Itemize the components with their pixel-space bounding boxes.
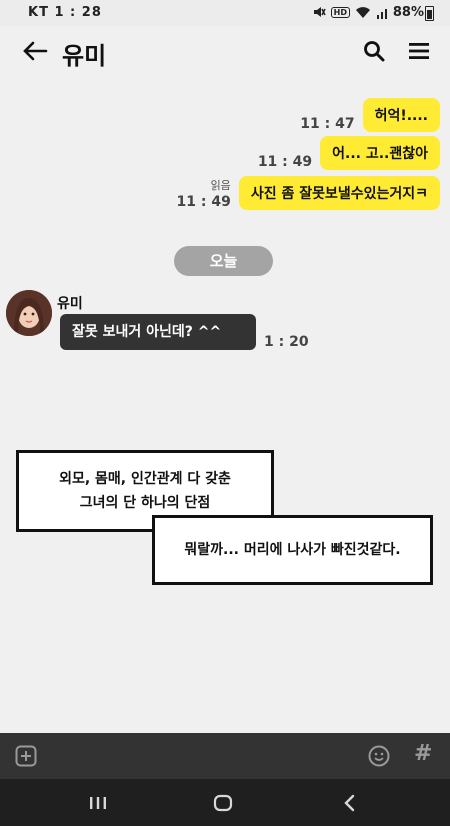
recent-apps-icon[interactable]: [88, 793, 108, 813]
search-icon[interactable]: [362, 39, 386, 63]
hashtag-button[interactable]: #: [414, 741, 432, 766]
message-time: 11 : 47: [300, 116, 355, 132]
carrier-label: KT: [28, 5, 49, 20]
message-meta: 11 : 47: [300, 116, 354, 132]
sent-bubble[interactable]: 어... 고..괜찮아: [320, 136, 440, 170]
sent-message-row: 읽음 11 : 49 사진 좀 잘못보낼수있는거지ㅋ: [177, 176, 440, 210]
avatar[interactable]: [6, 290, 52, 336]
menu-icon[interactable]: [408, 40, 430, 62]
back-arrow-icon[interactable]: [20, 36, 50, 66]
caption-line: 뭐랄까... 머리에 나사가 빠진것같다.: [184, 542, 401, 558]
message-meta: 11 : 49: [258, 154, 312, 170]
system-nav-bar: [0, 779, 450, 826]
home-icon[interactable]: [213, 793, 233, 813]
message-time: 1 : 20: [264, 334, 309, 350]
message-time: 11 : 49: [257, 154, 313, 170]
sent-message-row: 11 : 49 어... 고..괜찮아: [258, 136, 440, 170]
date-divider: 오늘: [174, 246, 273, 276]
sent-bubble[interactable]: 사진 좀 잘못보낼수있는거지ㅋ: [238, 176, 440, 210]
caption-line: 외모, 몸매, 인간관계 다 갖춘: [59, 471, 231, 487]
emoji-icon[interactable]: [368, 745, 390, 767]
battery-icon: [425, 6, 434, 21]
caption-box: 뭐랄까... 머리에 나사가 빠진것같다.: [152, 515, 433, 585]
carrier-time: KT 1 : 28: [28, 5, 102, 20]
hd-icon: HD: [330, 6, 350, 18]
avatar-image: [6, 290, 52, 336]
back-icon[interactable]: [340, 793, 360, 813]
message-meta: 읽음 11 : 49: [177, 178, 231, 210]
status-icons: HD: [312, 5, 390, 19]
signal-icon: [377, 8, 387, 19]
input-bar: #: [0, 733, 450, 779]
clock: 1 : 28: [54, 5, 102, 20]
wifi-icon: [356, 6, 370, 18]
chat-header: 유미: [0, 26, 450, 78]
sender-name: 유미: [57, 296, 83, 312]
sent-bubble[interactable]: 허억!....: [362, 98, 440, 132]
read-receipt: 읽음: [210, 179, 231, 192]
message-time: 11 : 49: [176, 194, 231, 210]
mute-icon: [313, 7, 326, 17]
battery-percent: 88%: [392, 5, 424, 20]
sent-message-row: 11 : 47 허억!....: [300, 98, 440, 132]
caption-line: 그녀의 단 하나의 단점: [79, 495, 211, 511]
add-attachment-icon[interactable]: [15, 745, 37, 767]
received-bubble[interactable]: 잘못 보내거 아닌데? ^^: [60, 314, 256, 350]
status-bar: KT 1 : 28 HD 88%: [0, 0, 450, 26]
chat-title: 유미: [62, 42, 107, 70]
